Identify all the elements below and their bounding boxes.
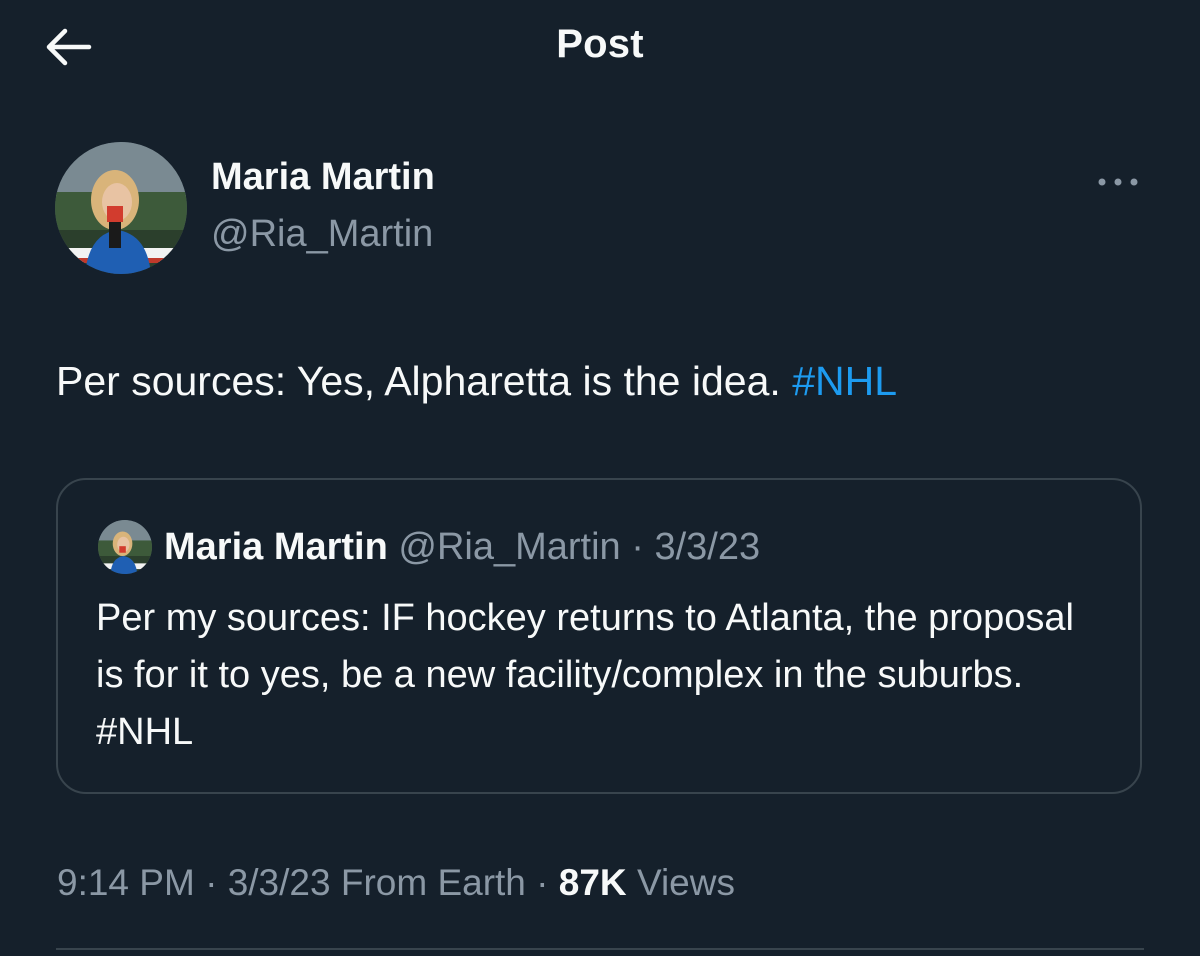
post-page: Post Maria Martin @Ria_Martin Per source…: [0, 0, 1200, 956]
author-name[interactable]: Maria Martin: [211, 156, 435, 199]
more-options-button[interactable]: [1092, 168, 1144, 196]
more-dots-icon: [1098, 178, 1138, 186]
quoted-post-card[interactable]: Maria Martin @Ria_Martin · 3/3/23 Per my…: [56, 478, 1142, 794]
post-time: 9:14 PM: [57, 862, 195, 903]
views-count[interactable]: 87K: [559, 862, 627, 903]
top-bar: Post: [0, 0, 1200, 100]
quote-text: Per my sources: IF hockey returns to Atl…: [96, 597, 1074, 753]
views-label: Views: [636, 862, 735, 903]
quote-author-name: Maria Martin: [164, 526, 388, 568]
tweet-body: Per sources: Yes, Alpharetta is the idea…: [56, 358, 793, 404]
author-handle[interactable]: @Ria_Martin: [211, 213, 433, 256]
meta-separator: ·: [536, 862, 549, 903]
quote-author-handle: @Ria_Martin: [398, 526, 621, 568]
divider: [56, 948, 1144, 950]
page-title: Post: [556, 22, 644, 66]
quote-date: 3/3/23: [654, 526, 761, 568]
post-source: From Earth: [340, 862, 526, 903]
quote-header: Maria Martin @Ria_Martin · 3/3/23: [164, 520, 760, 574]
quote-separator: ·: [631, 526, 644, 568]
meta-separator: ·: [205, 862, 218, 903]
avatar[interactable]: [55, 142, 187, 274]
tweet-text: Per sources: Yes, Alpharetta is the idea…: [56, 353, 897, 409]
post-date: 3/3/23: [227, 862, 331, 903]
hashtag-link[interactable]: #NHL: [792, 358, 897, 404]
quote-avatar[interactable]: [98, 520, 152, 574]
post-meta: 9:14 PM · 3/3/23 From Earth · 87K Views: [57, 862, 735, 904]
